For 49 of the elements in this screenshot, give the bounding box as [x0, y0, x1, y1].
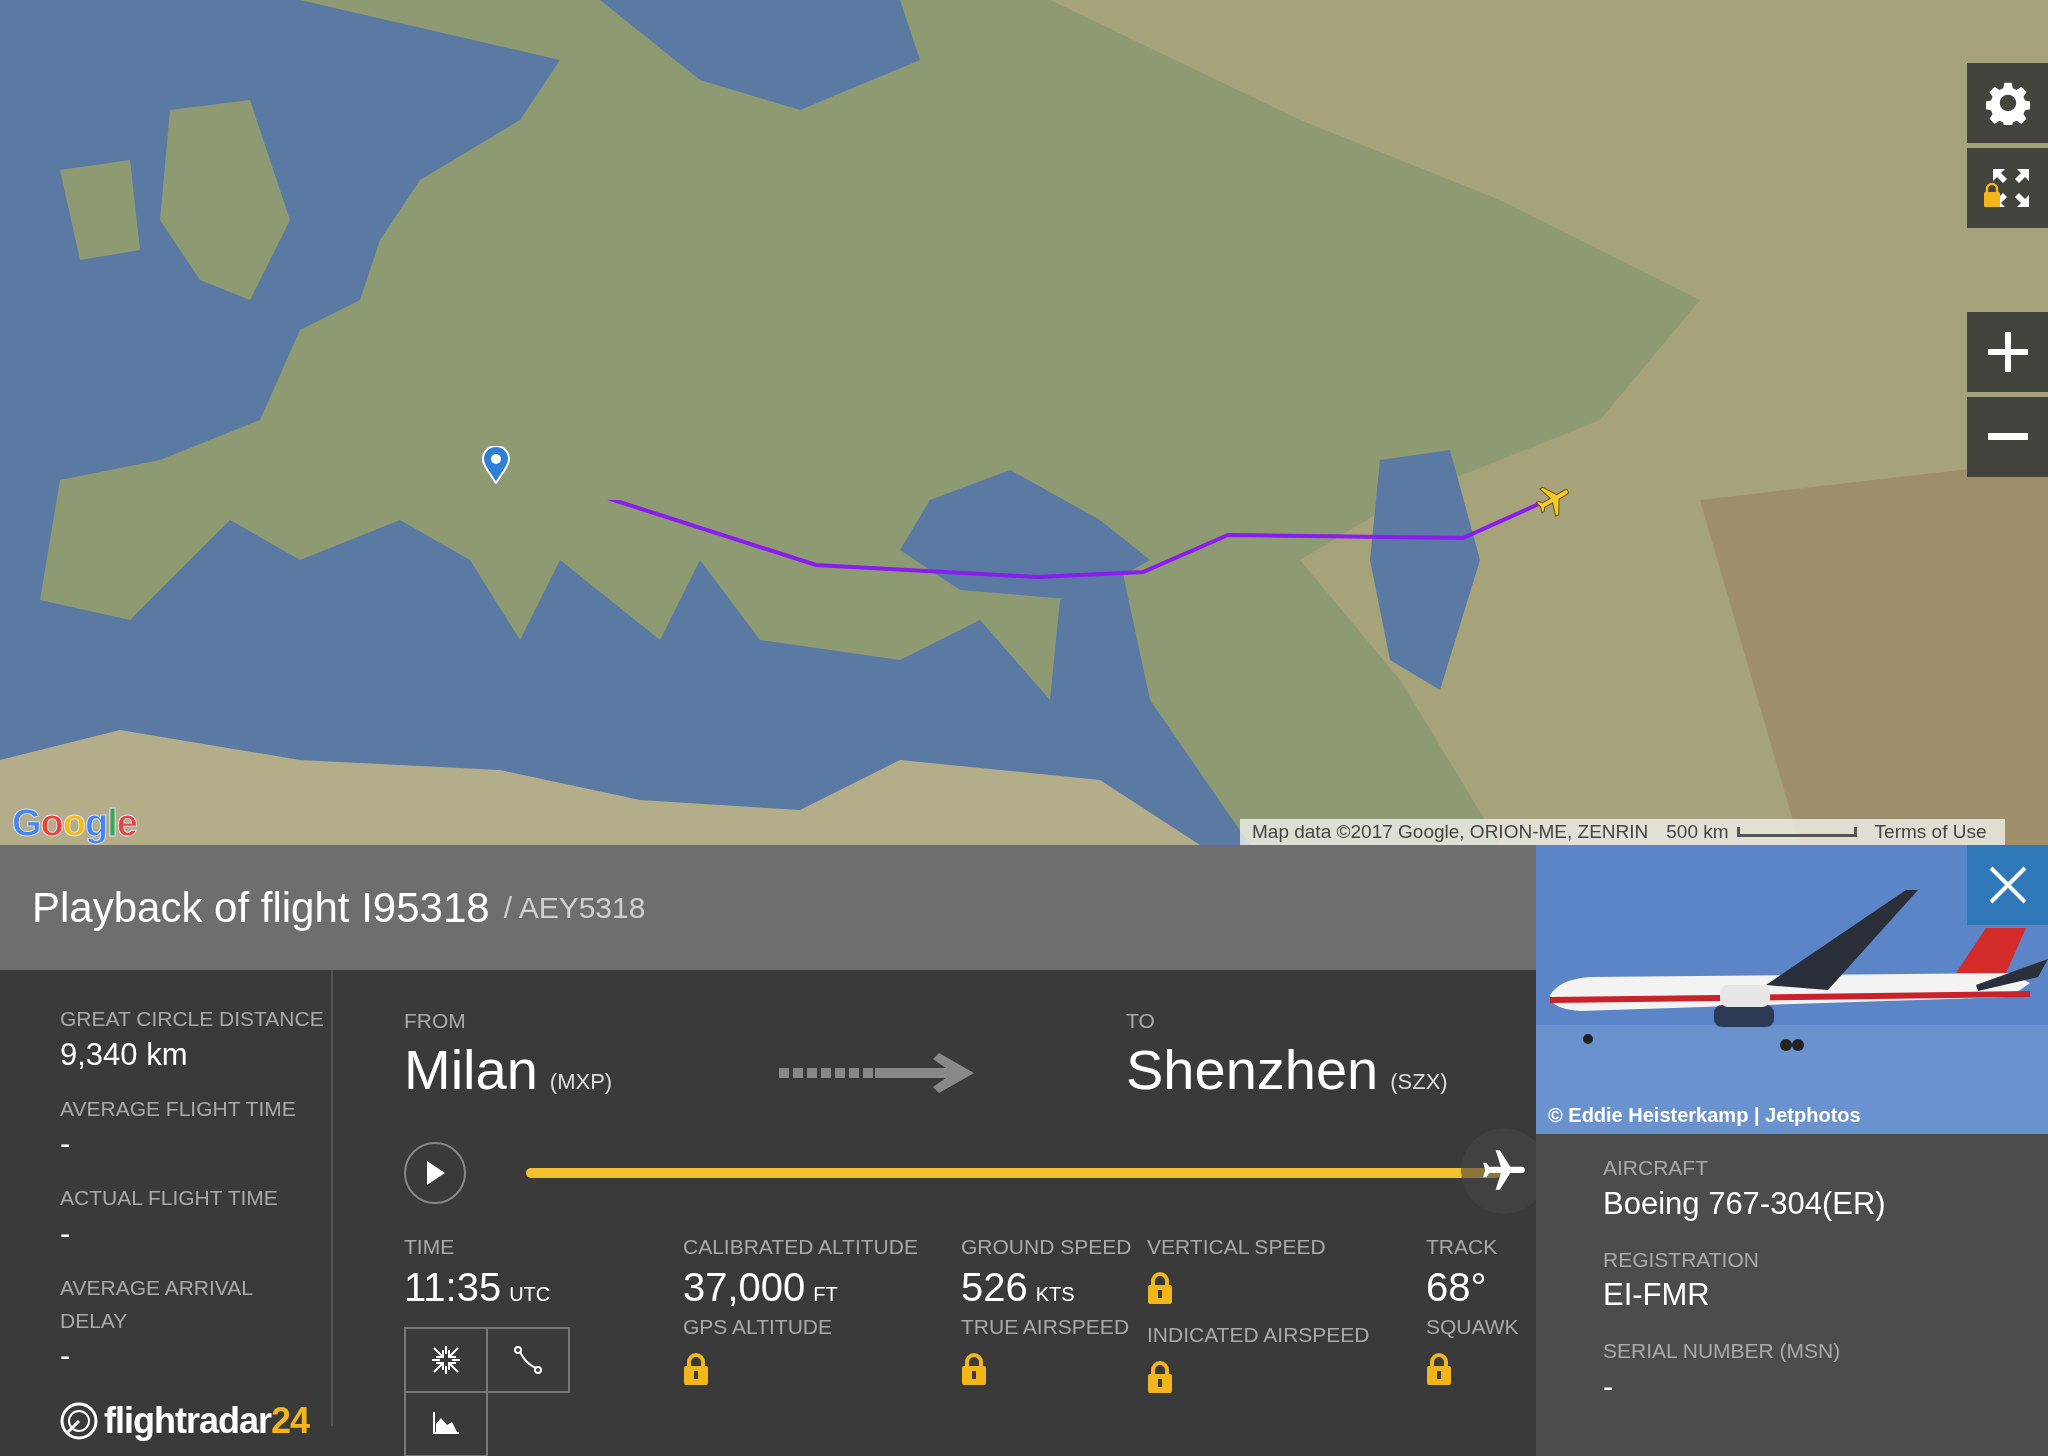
- playback-title: Playback of flight I95318: [32, 883, 490, 933]
- stat-label: TRACK: [1426, 1233, 1498, 1260]
- stat-label: AVERAGE ARRIVAL DELAY: [60, 1275, 254, 1334]
- route-label: TO: [1126, 1008, 1156, 1034]
- stat-label: TIME: [404, 1233, 455, 1260]
- field-label: REGISTRATION: [1603, 1246, 1760, 1273]
- stat-label: TRUE AIRSPEED: [961, 1314, 1130, 1341]
- stat-value: 9,340 km: [60, 1035, 189, 1073]
- fit-view-button[interactable]: [404, 1327, 488, 1394]
- play-button[interactable]: [404, 1141, 466, 1204]
- area-chart-icon: [431, 1412, 461, 1437]
- route-label: FROM: [404, 1008, 467, 1034]
- stat-value: 37,000 FT: [683, 1264, 838, 1312]
- radar-logo-icon: [60, 1402, 98, 1441]
- callsign: / AEY5318: [503, 890, 646, 926]
- field-value: -: [1603, 1368, 1615, 1406]
- stat-value: 11:35 UTC: [404, 1264, 551, 1312]
- close-button[interactable]: [1967, 845, 2048, 925]
- arrows-inward-icon: [432, 1346, 460, 1375]
- stat-label: ACTUAL FLIGHT TIME: [60, 1185, 279, 1212]
- photo-credit: © Eddie Heisterkamp | Jetphotos: [1548, 1103, 1861, 1128]
- chart-button[interactable]: [404, 1391, 488, 1456]
- stat-label: INDICATED AIRSPEED: [1147, 1322, 1370, 1349]
- stat-label: GROUND SPEED: [961, 1233, 1132, 1260]
- route-arrow-icon: [779, 1053, 974, 1093]
- city-name: Milan: [404, 1037, 538, 1102]
- stat-label: GREAT CIRCLE DISTANCE: [60, 1006, 325, 1032]
- close-icon: [1987, 865, 2028, 905]
- stat-label: SQUAWK: [1426, 1314, 1519, 1341]
- stat-label: GPS ALTITUDE: [683, 1314, 832, 1341]
- stat-value: -: [60, 1337, 72, 1375]
- stat-value: -: [60, 1125, 72, 1163]
- stat-value: -: [60, 1215, 72, 1253]
- route-button[interactable]: [486, 1327, 570, 1394]
- route-icon: [513, 1345, 543, 1376]
- field-value: EI-FMR: [1603, 1276, 1711, 1314]
- stat-label: AVERAGE FLIGHT TIME: [60, 1095, 297, 1122]
- play-icon: [425, 1160, 445, 1185]
- city-name: Shenzhen: [1126, 1037, 1379, 1102]
- airport-code: (SZX): [1390, 1067, 1448, 1096]
- stat-label: CALIBRATED ALTITUDE: [683, 1233, 918, 1260]
- field-label: SERIAL NUMBER (MSN): [1603, 1338, 1842, 1365]
- stat-value: 68°: [1426, 1264, 1487, 1312]
- stat-value: 526 KTS: [961, 1264, 1075, 1312]
- field-label: AIRCRAFT: [1603, 1155, 1709, 1181]
- airport-code: (MXP): [549, 1067, 613, 1096]
- flightradar24-logo: flightradar24: [104, 1399, 310, 1444]
- field-value: Boeing 767-304(ER): [1603, 1184, 1887, 1222]
- stat-label: VERTICAL SPEED: [1147, 1233, 1326, 1260]
